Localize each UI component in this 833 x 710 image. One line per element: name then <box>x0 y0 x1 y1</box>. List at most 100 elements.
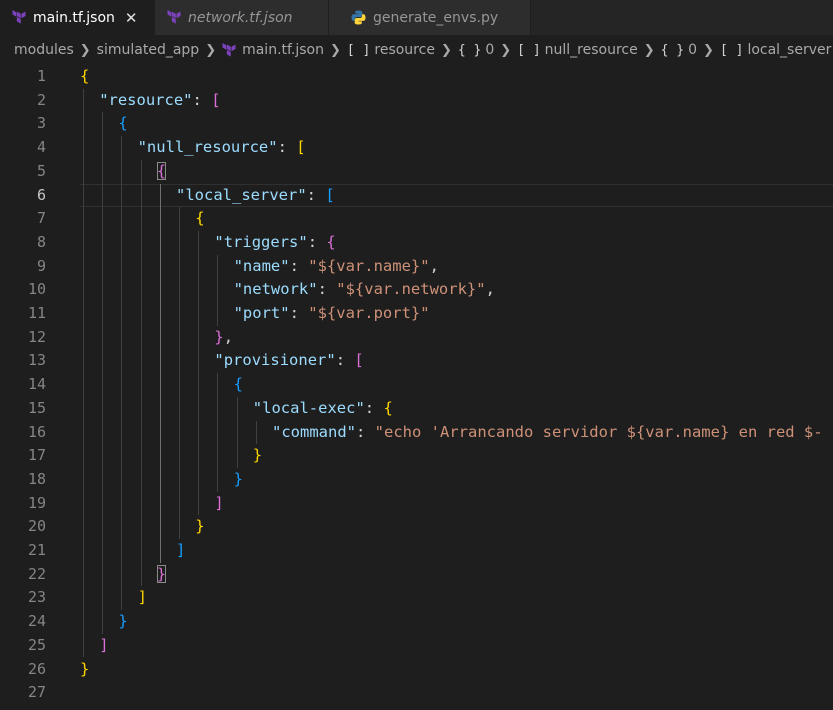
code-token: } <box>80 659 90 678</box>
code-line[interactable]: 14 { <box>0 373 833 397</box>
chevron-right-icon: ❯ <box>205 42 217 58</box>
code-token: "local_server" <box>176 185 307 204</box>
code-token: "local-exec" <box>252 398 365 417</box>
code-line[interactable]: 11 "port": "${var.port}" <box>0 302 833 326</box>
code-token: "echo 'Arrancando servidor ${var.name} e… <box>374 422 823 441</box>
tab-network-tf-json[interactable]: network.tf.json <box>155 0 329 35</box>
line-number: 18 <box>27 469 46 488</box>
indent-guide <box>102 112 104 634</box>
array-symbol-icon: [ ] <box>719 42 744 58</box>
chevron-right-icon: ❯ <box>643 42 655 58</box>
code-line[interactable]: 6 "local_server": [ <box>0 183 833 208</box>
code-line[interactable]: 2 "resource": [ <box>0 89 833 113</box>
line-number: 23 <box>27 588 46 607</box>
code-line[interactable]: 1{ <box>0 65 833 89</box>
code-text: "network": "${var.network}", <box>234 278 495 302</box>
object-symbol-icon: { } <box>457 42 482 58</box>
line-number: 7 <box>36 209 46 228</box>
code-token: } <box>214 327 224 346</box>
code-text: ] <box>214 492 223 516</box>
code-line[interactable]: 23] <box>0 586 833 610</box>
breadcrumb-label: modules <box>14 42 74 58</box>
code-line[interactable]: 12}, <box>0 326 833 350</box>
code-line[interactable]: 10 "network": "${var.network}", <box>0 278 833 302</box>
code-token: : <box>317 280 337 299</box>
code-token: { <box>233 375 243 394</box>
code-token: : <box>277 138 297 157</box>
breadcrumb-item-null-resource[interactable]: [ ] null_resource <box>517 42 638 58</box>
code-line[interactable]: 22} <box>0 563 833 587</box>
indent-guide <box>159 183 161 563</box>
breadcrumb-label: resource <box>374 42 435 58</box>
code-token: "network" <box>233 280 318 299</box>
code-token: "${var.network}" <box>336 280 486 299</box>
code-token: } <box>195 517 205 536</box>
code-line[interactable]: 3{ <box>0 112 833 136</box>
breadcrumb-item-simulated-app[interactable]: simulated_app <box>97 42 200 58</box>
line-number: 3 <box>36 114 46 133</box>
code-line[interactable]: 27 <box>0 681 833 705</box>
code-line[interactable]: 21] <box>0 539 833 563</box>
code-line[interactable]: 19] <box>0 492 833 516</box>
code-line[interactable]: 5{ <box>0 160 833 184</box>
code-token: { <box>118 114 128 133</box>
code-line[interactable]: 25] <box>0 634 833 658</box>
code-text: } <box>234 468 243 492</box>
indent-guide <box>83 88 84 658</box>
code-token: } <box>233 469 243 488</box>
line-number: 1 <box>36 67 46 85</box>
indent-guide <box>217 254 219 326</box>
breadcrumb-item-resource[interactable]: [ ] resource <box>347 42 435 58</box>
code-token: } <box>156 564 167 583</box>
close-icon[interactable]: ✕ <box>125 9 138 27</box>
code-line[interactable]: 15 "local-exec": { <box>0 397 833 421</box>
code-line[interactable]: 9 "name": "${var.name}", <box>0 255 833 279</box>
code-token: "port" <box>233 304 290 322</box>
code-line[interactable]: 4 "null_resource": [ <box>0 136 833 160</box>
indent-guide <box>198 230 200 516</box>
tab-label: generate_envs.py <box>373 9 499 26</box>
line-number: 19 <box>27 493 46 512</box>
code-line[interactable]: 16 "command": "echo 'Arrancando servidor … <box>0 421 833 445</box>
code-token: , <box>485 280 495 299</box>
code-text: "null_resource": [ <box>138 136 306 160</box>
code-token: "${var.name}" <box>308 256 430 275</box>
code-text: { <box>80 65 89 89</box>
chevron-right-icon: ❯ <box>79 42 91 58</box>
code-token: , <box>223 327 234 346</box>
code-token: "${var.port}" <box>308 304 430 322</box>
breadcrumb-label: null_resource <box>544 42 638 58</box>
code-text: "name": "${var.name}", <box>234 255 439 279</box>
line-number: 6 <box>36 185 46 204</box>
code-text: "provisioner": [ <box>214 349 363 373</box>
tab-main-tf-json[interactable]: main.tf.json ✕ <box>0 0 155 35</box>
code-line[interactable]: 20} <box>0 515 833 539</box>
indent-guide <box>140 159 142 587</box>
code-token: : <box>192 90 212 109</box>
breadcrumb-item-main-tf-json[interactable]: main.tf.json <box>222 42 324 58</box>
code-token: : <box>364 398 384 417</box>
indent-guide <box>236 396 238 468</box>
code-line[interactable]: 8 "triggers": { <box>0 231 833 255</box>
code-text: { <box>234 373 243 397</box>
code-line[interactable]: 24} <box>0 610 833 634</box>
code-line[interactable]: 17} <box>0 444 833 468</box>
code-line[interactable]: 26} <box>0 658 833 682</box>
line-number: 13 <box>27 351 46 370</box>
breadcrumb-item-index-0[interactable]: { } 0 <box>458 42 494 58</box>
code-text: "command": "echo 'Arrancando servidor ${… <box>272 421 823 445</box>
code-line[interactable]: 7{ <box>0 207 833 231</box>
code-line[interactable]: 18} <box>0 468 833 492</box>
line-number: 11 <box>27 304 46 322</box>
breadcrumb-item-local-server[interactable]: [ ] local_server <box>720 42 831 58</box>
breadcrumb-item-modules[interactable]: modules <box>14 42 74 58</box>
tab-generate-envs-py[interactable]: generate_envs.py <box>329 0 531 35</box>
breadcrumb-item-index-0[interactable]: { } 0 <box>661 42 697 58</box>
code-text: } <box>195 515 204 539</box>
code-token: { <box>156 161 167 180</box>
code-editor[interactable]: 1{2 "resource": [3{4 "null_resource": [5{6… <box>0 65 833 710</box>
code-line[interactable]: 13 "provisioner": [ <box>0 349 833 373</box>
code-text: } <box>156 563 167 587</box>
line-number: 25 <box>27 635 46 654</box>
code-text: } <box>253 444 262 468</box>
